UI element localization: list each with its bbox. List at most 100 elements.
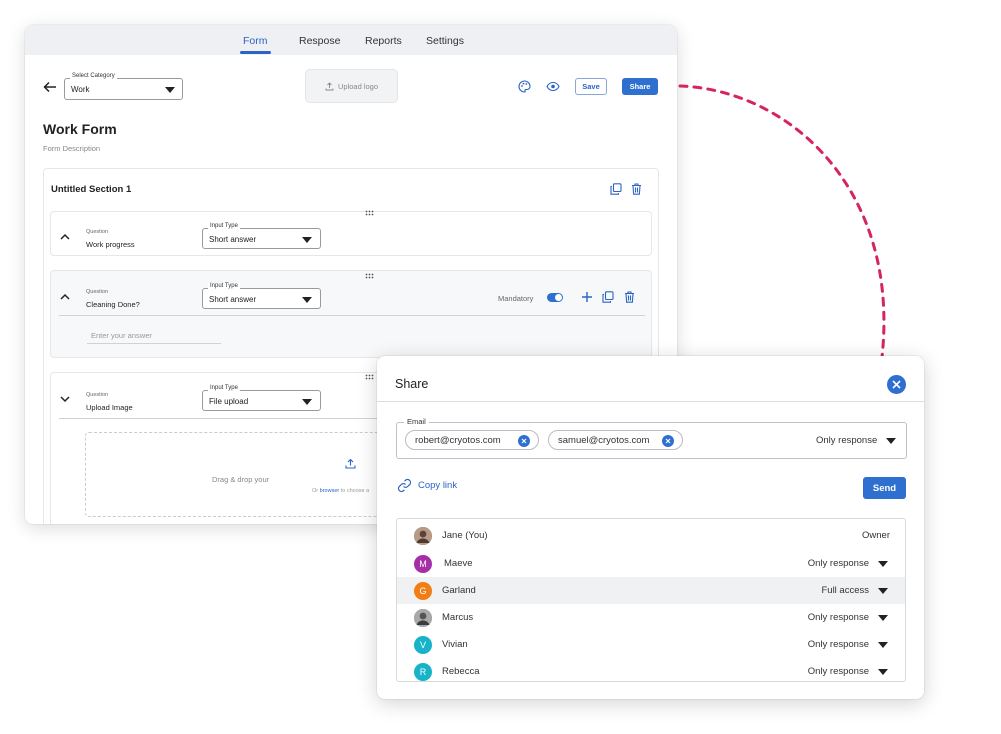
save-button[interactable]: Save — [575, 78, 607, 95]
back-arrow-icon[interactable] — [43, 80, 57, 94]
share-button[interactable]: Share — [622, 78, 658, 95]
section-title[interactable]: Untitled Section 1 — [51, 184, 131, 195]
list-item[interactable]: M Maeve Only response — [397, 550, 905, 577]
send-button[interactable]: Send — [863, 477, 906, 499]
chevron-down-icon[interactable] — [878, 615, 888, 621]
person-name: Marcus — [442, 612, 474, 623]
chevron-down-icon[interactable] — [886, 438, 896, 444]
remove-email-icon[interactable] — [662, 435, 674, 447]
tab-settings[interactable]: Settings — [426, 35, 464, 47]
input-type-select[interactable]: Input Type File upload — [202, 385, 321, 411]
email-chip[interactable]: samuel@cryotos.com — [548, 430, 683, 450]
person-role-select[interactable]: Only response — [808, 612, 869, 623]
chevron-up-icon[interactable] — [60, 233, 70, 240]
list-item[interactable]: R Rebecca Only response — [397, 658, 905, 681]
person-name: Vivian — [442, 639, 468, 650]
avatar — [414, 609, 432, 627]
input-type-label: Input Type — [208, 223, 240, 229]
upload-logo-button[interactable]: Upload logo — [305, 69, 398, 103]
chevron-down-icon[interactable] — [60, 396, 70, 403]
delete-question-icon[interactable] — [624, 291, 635, 303]
duplicate-question-icon[interactable] — [602, 291, 614, 303]
answer-placeholder[interactable]: Enter your answer — [91, 331, 152, 340]
category-select-value: Work — [71, 85, 90, 94]
browser-link[interactable]: browser — [320, 488, 340, 494]
palette-icon[interactable] — [518, 80, 531, 93]
share-dialog: Share Email robert@cryotos.com samuel@cr… — [377, 356, 924, 699]
person-name: Jane (You) — [442, 530, 488, 541]
question-card-2[interactable]: Question Cleaning Done? Input Type Short… — [50, 270, 652, 358]
question-card-1[interactable]: Question Work progress Input Type Short … — [50, 210, 652, 256]
dialog-divider — [377, 401, 924, 402]
upload-icon — [325, 81, 334, 90]
avatar: V — [414, 636, 432, 654]
person-name: Rebecca — [442, 666, 480, 677]
email-chip[interactable]: robert@cryotos.com — [405, 430, 539, 450]
mandatory-label: Mandatory — [498, 294, 534, 303]
form-title[interactable]: Work Form — [43, 121, 117, 137]
dialog-title: Share — [395, 377, 429, 391]
tab-form[interactable]: Form — [243, 35, 268, 47]
list-item[interactable]: G Garland Full access — [397, 577, 905, 604]
email-chip-text: robert@cryotos.com — [415, 434, 501, 446]
list-item[interactable]: V Vivian Only response — [397, 631, 905, 658]
delete-section-icon[interactable] — [631, 183, 642, 195]
avatar: R — [414, 663, 432, 681]
copy-link-button[interactable]: Copy link — [418, 480, 457, 491]
question-text[interactable]: Work progress — [86, 240, 135, 249]
tab-response[interactable]: Respose — [299, 35, 340, 47]
question-label: Question — [86, 392, 109, 398]
input-type-select[interactable]: Input Type Short answer — [202, 283, 321, 309]
list-item[interactable]: Jane (You) Owner — [397, 522, 905, 549]
avatar: G — [414, 582, 432, 600]
add-question-icon[interactable] — [581, 291, 593, 303]
remove-email-icon[interactable] — [518, 435, 530, 447]
active-tab-indicator — [240, 51, 271, 54]
upload-icon — [345, 458, 356, 469]
input-type-value: File upload — [209, 397, 249, 406]
question-label: Question — [86, 289, 109, 295]
drag-handle-icon[interactable] — [365, 210, 374, 216]
tab-reports[interactable]: Reports — [365, 35, 402, 47]
top-tab-bar: Form Respose Reports Settings — [25, 25, 677, 55]
person-role-select[interactable]: Only response — [808, 666, 869, 677]
question-divider — [59, 315, 645, 316]
drag-handle-icon[interactable] — [365, 374, 374, 380]
email-permission-select[interactable]: Only response — [816, 435, 877, 446]
email-label: Email — [404, 417, 429, 426]
dropzone-text: Drag & drop your — [212, 475, 270, 484]
category-select[interactable]: Select Category Work — [64, 73, 183, 100]
input-type-label: Input Type — [208, 283, 240, 289]
chevron-down-icon[interactable] — [878, 669, 888, 675]
chevron-down-icon — [302, 399, 312, 405]
person-role-select[interactable]: Only response — [808, 558, 869, 569]
list-item[interactable]: Marcus Only response — [397, 604, 905, 631]
person-role-select[interactable]: Full access — [821, 585, 869, 596]
chevron-down-icon — [165, 87, 175, 93]
mandatory-toggle[interactable] — [547, 293, 563, 302]
person-role-select[interactable]: Only response — [808, 639, 869, 650]
link-icon[interactable] — [397, 478, 412, 493]
question-text[interactable]: Cleaning Done? — [86, 300, 140, 309]
chevron-down-icon[interactable] — [878, 642, 888, 648]
close-button[interactable] — [887, 375, 906, 394]
input-type-select[interactable]: Input Type Short answer — [202, 223, 321, 249]
form-description[interactable]: Form Description — [43, 144, 100, 153]
question-label: Question — [86, 229, 109, 235]
dropzone-subtext-suffix: to choose a — [340, 488, 370, 494]
people-list: Jane (You) Owner M Maeve Only response G… — [396, 518, 906, 682]
person-name: Garland — [442, 585, 476, 596]
duplicate-section-icon[interactable] — [610, 183, 622, 195]
drag-handle-icon[interactable] — [365, 273, 374, 279]
chevron-down-icon — [302, 237, 312, 243]
chevron-down-icon — [302, 297, 312, 303]
email-chip-text: samuel@cryotos.com — [558, 434, 650, 446]
input-type-label: Input Type — [208, 385, 240, 391]
person-name: Maeve — [444, 558, 473, 569]
preview-eye-icon[interactable] — [546, 81, 560, 92]
chevron-down-icon[interactable] — [878, 561, 888, 567]
chevron-up-icon[interactable] — [60, 293, 70, 300]
question-text[interactable]: Upload Image — [86, 403, 133, 412]
chevron-down-icon[interactable] — [878, 588, 888, 594]
person-role: Owner — [862, 530, 890, 541]
